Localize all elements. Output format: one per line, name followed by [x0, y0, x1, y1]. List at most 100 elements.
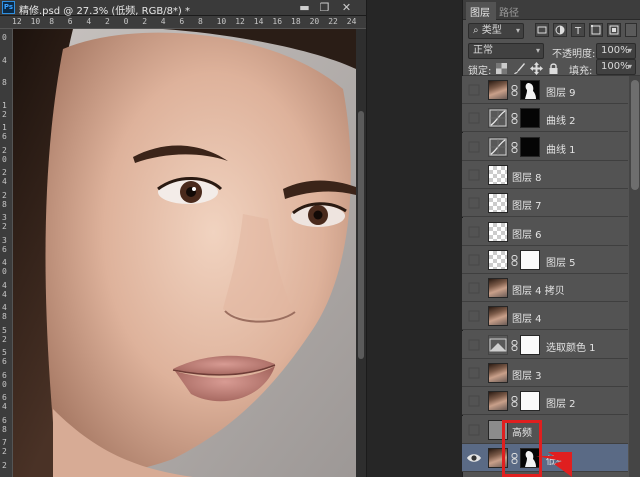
scrollbar-thumb[interactable]: [358, 111, 364, 359]
ruler-left-tick: 4 4: [2, 280, 7, 299]
opacity-field[interactable]: 100% ▾: [596, 43, 636, 59]
layers-scrollbar[interactable]: [629, 76, 640, 477]
layer-row[interactable]: 选取颜色 1: [462, 330, 628, 359]
layer-name[interactable]: 图层 6: [512, 226, 542, 241]
filter-toggle[interactable]: [625, 23, 637, 37]
vertical-ruler[interactable]: 0 4 8 1 2 1 6 2 0 2 4 2 8 3 2 3 6 4 0 4 4 4 8 5 2 5 6 6…: [0, 29, 13, 477]
shape-filter-icon[interactable]: [589, 23, 603, 37]
visibility-eye-icon[interactable]: [466, 450, 482, 466]
link-chain-icon[interactable]: [511, 339, 518, 351]
visibility-eye-icon[interactable]: [466, 167, 482, 183]
restore-button[interactable]: ❐: [316, 1, 333, 14]
type-filter-icon[interactable]: T: [571, 23, 585, 37]
chevron-down-icon: ▾: [627, 46, 632, 55]
layer-mask-thumbnail[interactable]: [520, 334, 540, 355]
layer-row[interactable]: 图层 5: [462, 245, 628, 274]
filter-kind-dropdown[interactable]: ⌕ 类型 ▾: [468, 23, 524, 39]
layer-name[interactable]: 图层 2: [546, 395, 576, 410]
layer-thumbnail[interactable]: [488, 164, 508, 185]
layer-name[interactable]: 图层 8: [512, 169, 542, 184]
horizontal-ruler[interactable]: 1210864202468101214161820222426: [0, 16, 366, 29]
visibility-eye-icon[interactable]: [466, 365, 482, 381]
blend-mode-dropdown[interactable]: 正常 ▾: [468, 43, 544, 59]
visibility-eye-icon[interactable]: [466, 195, 482, 211]
layer-row[interactable]: 曲线 1: [462, 132, 628, 161]
smart-object-filter-icon[interactable]: [607, 23, 621, 37]
layer-row[interactable]: 图层 8: [462, 160, 628, 189]
layer-thumbnail[interactable]: [488, 363, 508, 383]
layer-name[interactable]: 图层 3: [512, 367, 542, 382]
visibility-eye-icon[interactable]: [466, 139, 482, 155]
layer-thumbnail[interactable]: [488, 80, 508, 100]
layer-name[interactable]: 图层 4 拷贝: [512, 282, 565, 297]
curves-adjustment-icon[interactable]: [488, 108, 508, 129]
curves-adjustment-icon[interactable]: [488, 136, 508, 157]
layer-row[interactable]: 图层 7: [462, 189, 628, 218]
ruler-left-tick: 3 6: [2, 235, 7, 254]
fill-field[interactable]: 100% ▾: [596, 59, 636, 75]
layer-name[interactable]: 曲线 1: [546, 141, 576, 156]
tab-layers[interactable]: 图层: [470, 4, 490, 19]
visibility-eye-icon[interactable]: [466, 393, 482, 409]
layer-thumbnail[interactable]: [488, 221, 508, 242]
layer-mask-thumbnail[interactable]: [520, 136, 540, 157]
document-tab[interactable]: Ps 精修.psd @ 27.3% (低频, RGB/8*) * ▬ ❐ ✕: [0, 0, 366, 17]
tab-paths[interactable]: 路径: [499, 4, 519, 19]
vertical-scrollbar[interactable]: [356, 29, 366, 477]
lock-icon[interactable]: [547, 62, 560, 75]
layer-thumbnail[interactable]: [488, 193, 508, 214]
brush-icon[interactable]: [513, 62, 526, 75]
layer-row[interactable]: 图层 2: [462, 387, 628, 416]
visibility-eye-icon[interactable]: [466, 252, 482, 268]
layer-name[interactable]: 图层 9: [546, 84, 576, 99]
layer-row[interactable]: 图层 9: [462, 76, 628, 104]
link-chain-icon[interactable]: [511, 85, 518, 96]
layer-name[interactable]: 选取颜色 1: [546, 339, 596, 354]
layer-mask-thumbnail[interactable]: [520, 108, 540, 129]
layer-row[interactable]: 图层 6: [462, 217, 628, 246]
ruler-left-tick: 2 4: [2, 168, 7, 186]
link-chain-icon[interactable]: [511, 396, 518, 408]
scrollbar-thumb[interactable]: [631, 80, 639, 190]
ruler-top-tick: 0: [123, 17, 129, 26]
close-button[interactable]: ✕: [338, 1, 355, 14]
layer-mask-thumbnail[interactable]: [520, 249, 540, 270]
link-chain-icon[interactable]: [511, 141, 518, 153]
layer-mask-thumbnail[interactable]: [520, 80, 540, 100]
layer-row[interactable]: 图层 3: [462, 359, 628, 387]
layer-thumbnail[interactable]: [488, 249, 508, 270]
link-chain-icon[interactable]: [511, 254, 518, 266]
layer-name[interactable]: 曲线 2: [546, 112, 576, 127]
adjustment-filter-icon[interactable]: [553, 23, 567, 37]
ruler-left-tick: 2 8: [2, 190, 7, 209]
minimize-button[interactable]: ▬: [296, 1, 313, 14]
move-icon[interactable]: [530, 62, 543, 75]
ruler-left-tick: 4 8: [2, 303, 7, 321]
visibility-eye-icon[interactable]: [466, 337, 482, 353]
chevron-down-icon: ▾: [535, 46, 540, 55]
layer-name[interactable]: 图层 7: [512, 197, 542, 212]
document-title[interactable]: 精修.psd @ 27.3% (低频, RGB/8*) *: [19, 2, 190, 17]
link-chain-icon[interactable]: [511, 113, 518, 125]
selective-color-icon[interactable]: [488, 334, 508, 355]
layer-row[interactable]: 曲线 2: [462, 104, 628, 133]
layer-thumbnail[interactable]: [488, 278, 508, 299]
search-icon: ⌕: [473, 25, 482, 36]
layer-name[interactable]: 图层 4: [512, 310, 542, 325]
layer-row[interactable]: 高频: [462, 415, 628, 444]
visibility-eye-icon[interactable]: [466, 82, 482, 98]
layer-mask-thumbnail[interactable]: [520, 391, 540, 412]
layer-name[interactable]: 图层 5: [546, 254, 576, 269]
layer-thumbnail[interactable]: [488, 391, 508, 412]
lock-transparency-icon[interactable]: [495, 62, 508, 75]
layer-thumbnail[interactable]: [488, 306, 508, 327]
pixel-filter-icon[interactable]: [535, 23, 549, 37]
visibility-eye-icon[interactable]: [466, 422, 482, 438]
visibility-eye-icon[interactable]: [466, 224, 482, 240]
visibility-eye-icon[interactable]: [466, 280, 482, 296]
visibility-eye-icon[interactable]: [466, 110, 482, 126]
layer-row[interactable]: 图层 4: [462, 302, 628, 331]
layer-row[interactable]: 图层 4 拷贝: [462, 274, 628, 303]
image-canvas[interactable]: [13, 29, 356, 477]
visibility-eye-icon[interactable]: [466, 308, 482, 324]
